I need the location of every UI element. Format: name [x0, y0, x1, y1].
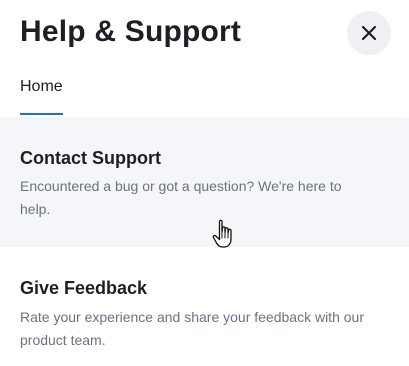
contact-support-card[interactable]: Contact Support Encountered a bug or got… [0, 117, 409, 247]
tab-home[interactable]: Home [20, 74, 63, 115]
contact-support-title: Contact Support [20, 148, 161, 168]
give-feedback-card[interactable]: Give Feedback Rate your experience and s… [0, 247, 409, 366]
give-feedback-title: Give Feedback [20, 278, 148, 298]
help-support-panel: Help & Support Home Contact Support Enco… [0, 0, 409, 366]
page-title: Help & Support [20, 15, 242, 48]
tab-home-label: Home [20, 78, 63, 95]
tab-bar: Home [20, 74, 63, 116]
active-tab-indicator [20, 113, 63, 115]
close-icon [361, 25, 377, 41]
panel-header: Help & Support [20, 11, 391, 56]
give-feedback-description: Rate your experience and share your feed… [20, 309, 364, 348]
close-button[interactable] [347, 11, 391, 55]
contact-support-description: Encountered a bug or got a question? We'… [20, 178, 342, 217]
